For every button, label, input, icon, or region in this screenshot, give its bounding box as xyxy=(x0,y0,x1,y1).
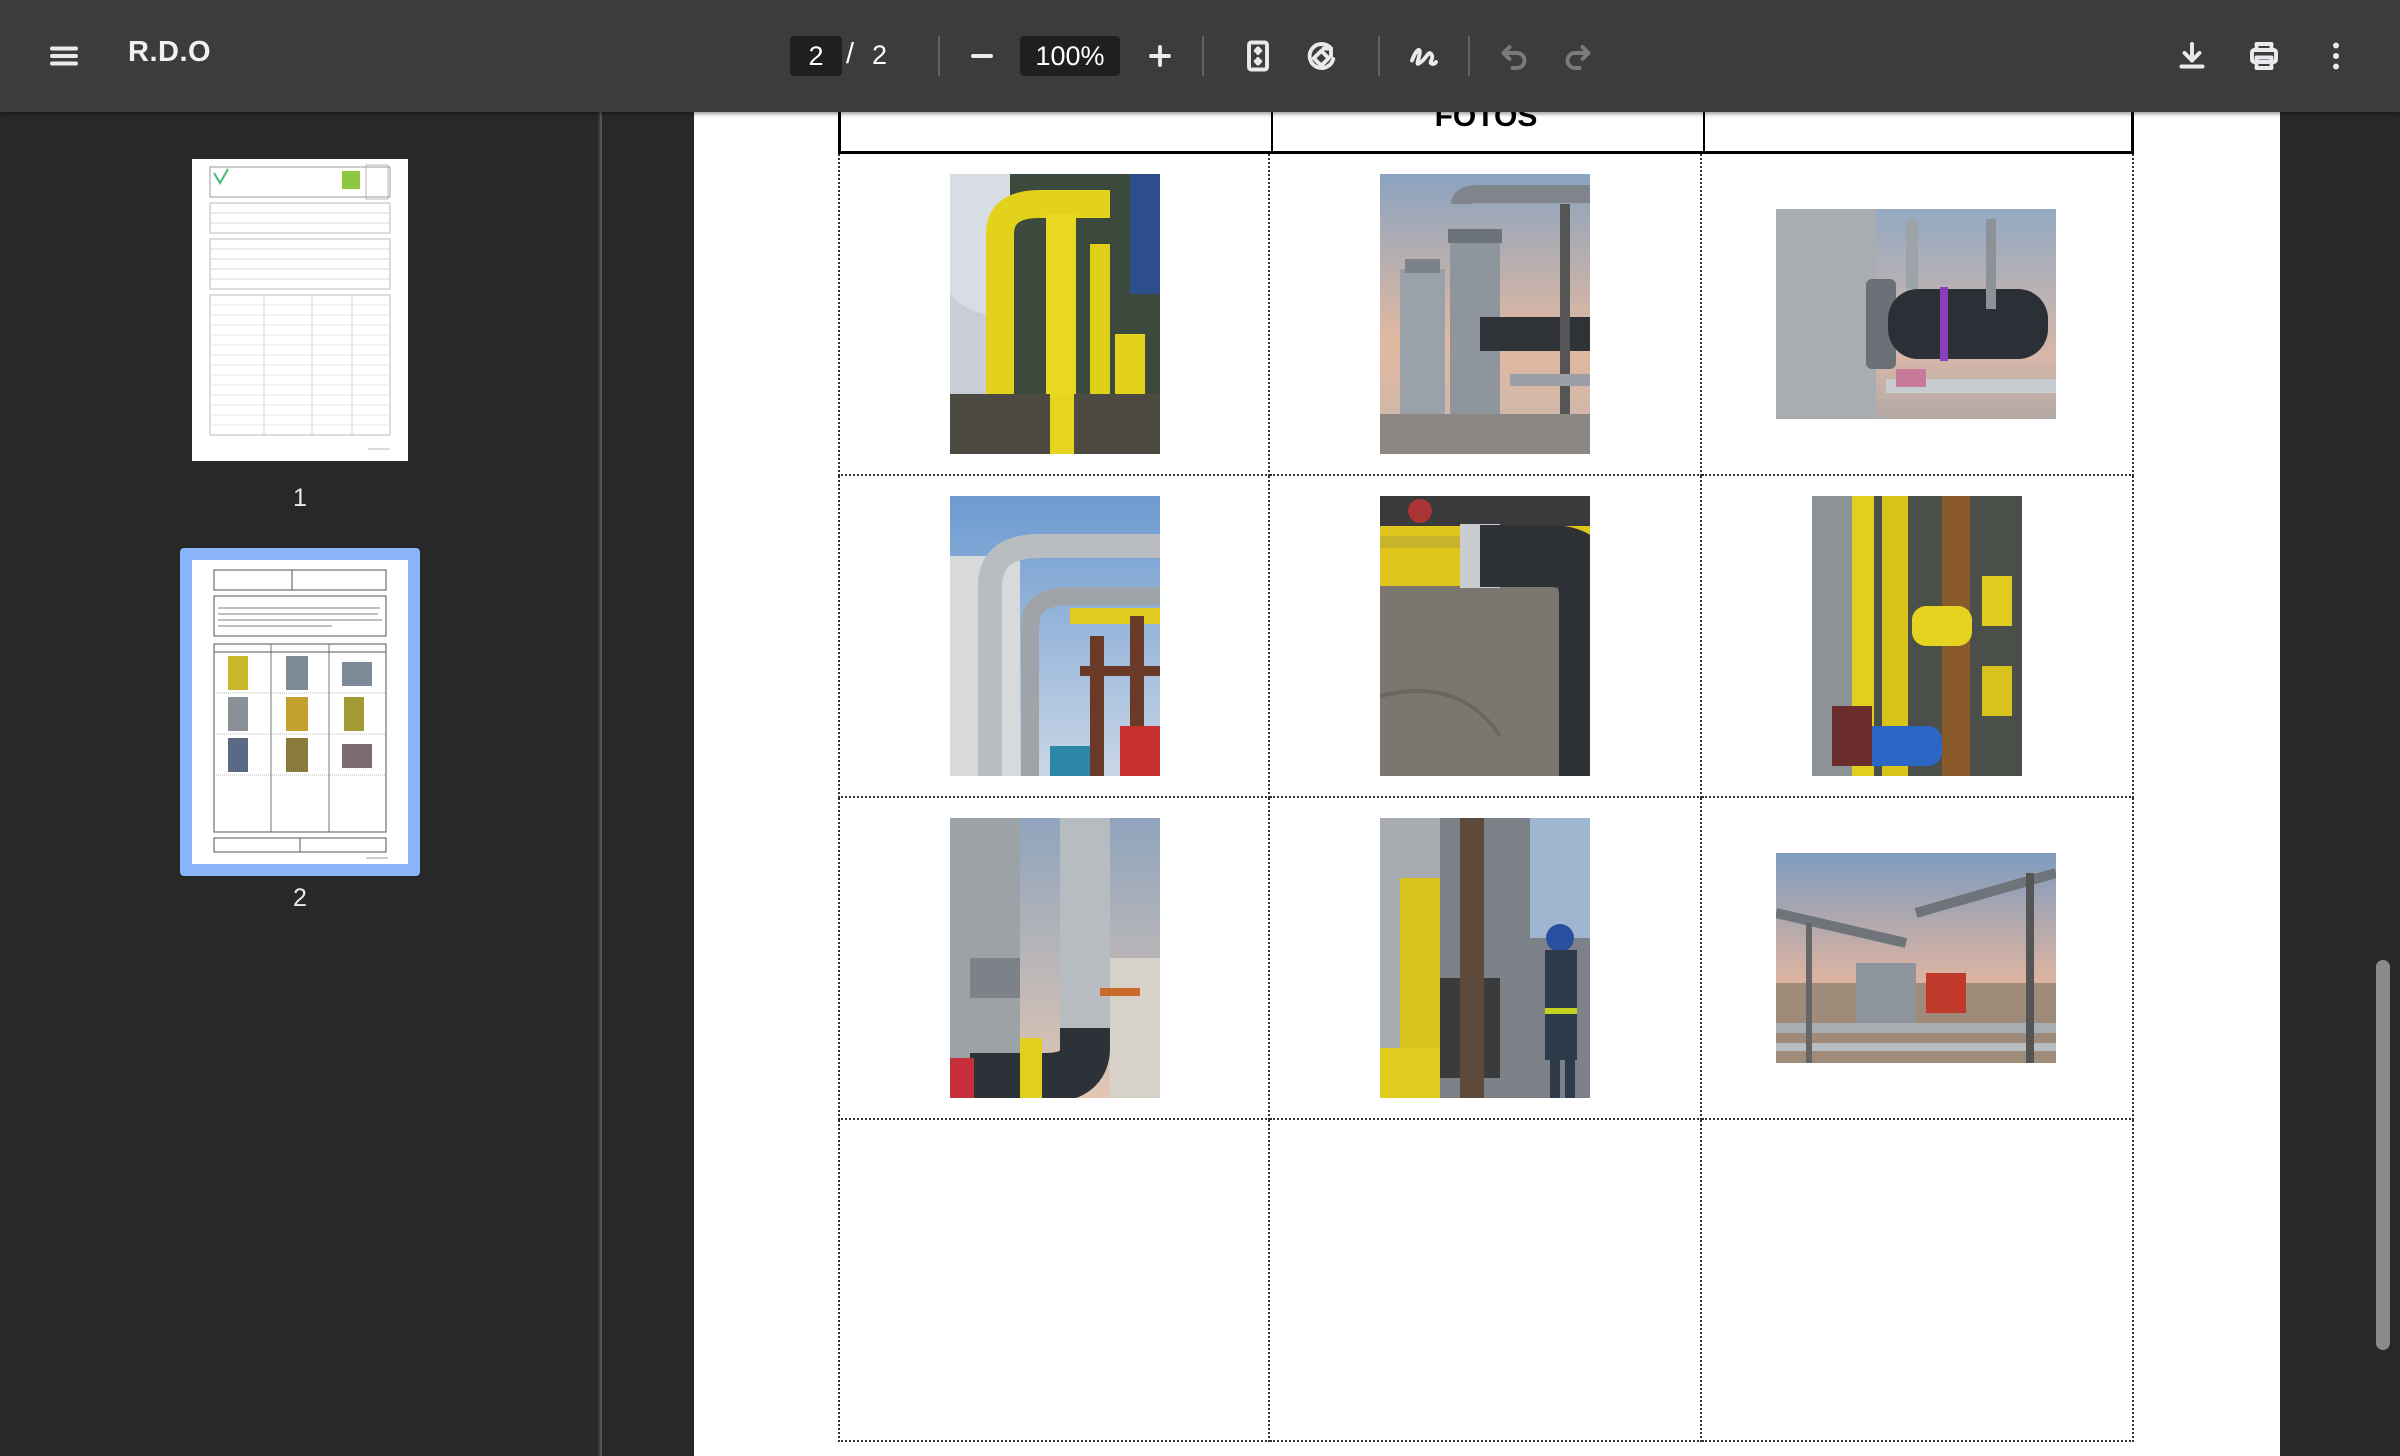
download-icon[interactable] xyxy=(2160,24,2224,88)
photo-grey-elbow-lift[interactable] xyxy=(950,818,1160,1098)
photo-weld-elbow[interactable] xyxy=(1380,496,1590,776)
undo-icon[interactable] xyxy=(1482,24,1546,88)
redo-icon[interactable] xyxy=(1546,24,1610,88)
toolbar-divider xyxy=(1468,36,1470,76)
photo-cell xyxy=(1702,476,2134,798)
fit-page-icon[interactable] xyxy=(1226,24,1290,88)
page-thumbnail-2[interactable] xyxy=(192,560,408,864)
photo-grey-silencer[interactable] xyxy=(1380,174,1590,454)
photo-cell xyxy=(838,154,1270,476)
photo-cell xyxy=(838,798,1270,1120)
zoom-out-icon[interactable] xyxy=(950,24,1014,88)
thumbnail-sidebar: 1 2 xyxy=(0,112,600,1456)
pdf-toolbar: R.D.O 2 / 2 100% xyxy=(0,0,2400,112)
page-2-preview xyxy=(213,569,388,859)
toolbar-divider xyxy=(1202,36,1204,76)
photo-grey-pipes-frame[interactable] xyxy=(950,496,1160,776)
photo-cell xyxy=(1702,798,2134,1120)
page-1-preview xyxy=(209,164,391,450)
thumbnail-label-2: 2 xyxy=(293,884,307,912)
toolbar-divider xyxy=(1378,36,1380,76)
photo-cell xyxy=(1702,154,2134,476)
photo-yellow-blue-valve[interactable] xyxy=(1812,496,2022,776)
document-title: R.D.O xyxy=(128,36,212,68)
vertical-scrollbar[interactable] xyxy=(2376,960,2390,1350)
photo-worker-valves[interactable] xyxy=(1380,818,1590,1098)
zoom-in-icon[interactable] xyxy=(1128,24,1192,88)
current-page-input[interactable]: 2 xyxy=(790,36,842,76)
rotate-icon[interactable] xyxy=(1290,24,1354,88)
photo-cell xyxy=(1270,798,1702,1120)
header-cell xyxy=(841,112,1273,151)
empty-cell xyxy=(838,1120,1270,1442)
photo-cell xyxy=(1270,476,1702,798)
empty-cell xyxy=(1270,1120,1702,1442)
thumbnail-label-1: 1 xyxy=(293,484,307,512)
photo-tank-flange[interactable] xyxy=(1776,209,2056,419)
empty-cell xyxy=(1702,1120,2134,1442)
document-viewer[interactable]: FOTOS xyxy=(602,112,2400,1456)
total-pages: 2 xyxy=(872,40,888,70)
photo-yellow-pipes[interactable] xyxy=(950,174,1160,454)
photo-cell xyxy=(838,476,1270,798)
annotate-icon[interactable] xyxy=(1392,24,1456,88)
pdf-page-2: FOTOS xyxy=(694,112,2280,1456)
more-icon[interactable] xyxy=(2304,24,2368,88)
photo-cell xyxy=(1270,154,1702,476)
photo-pipe-rack[interactable] xyxy=(1776,853,2056,1063)
menu-icon[interactable] xyxy=(32,24,96,88)
photos-header-label: FOTOS xyxy=(1434,112,1538,133)
print-icon[interactable] xyxy=(2232,24,2296,88)
zoom-input[interactable]: 100% xyxy=(1020,36,1120,76)
toolbar-divider xyxy=(938,36,940,76)
page-separator: / xyxy=(846,38,855,70)
page-thumbnail-1[interactable] xyxy=(192,159,408,461)
